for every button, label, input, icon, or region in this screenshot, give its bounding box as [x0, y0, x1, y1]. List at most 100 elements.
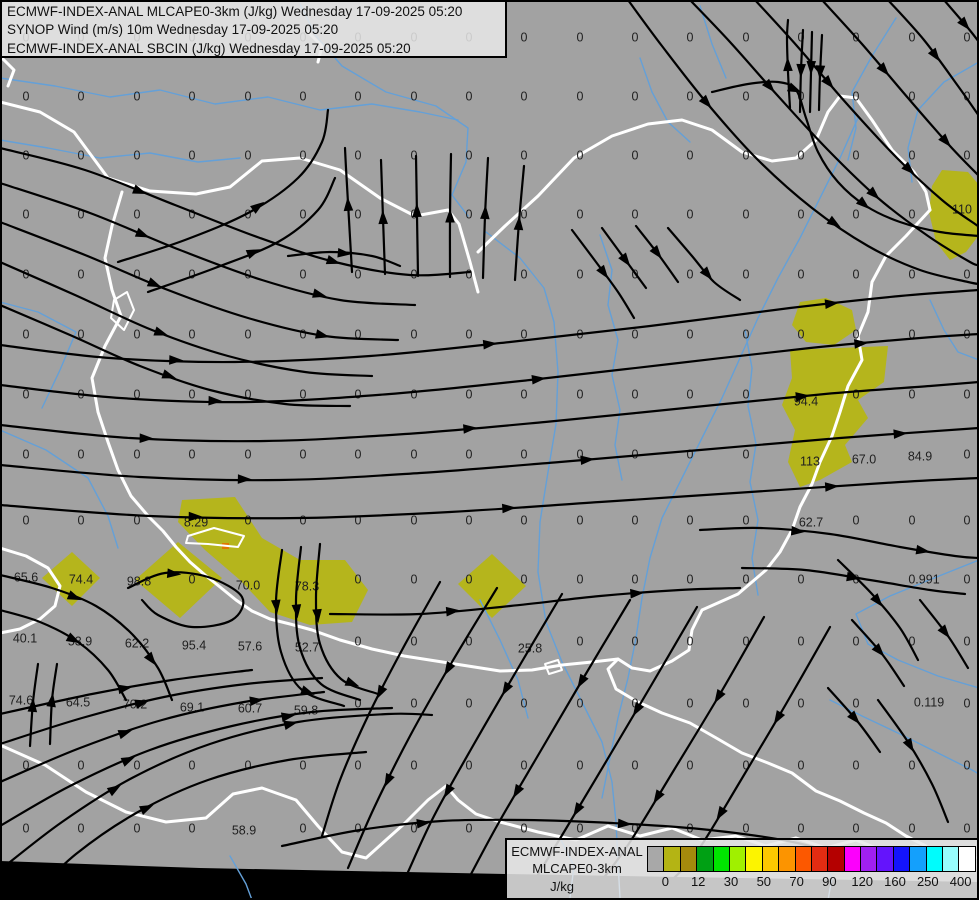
zero-label: 0: [632, 635, 639, 649]
zero-label: 0: [23, 448, 30, 462]
zero-label: 0: [687, 149, 694, 163]
colorbar-cell: [679, 846, 698, 872]
colorbar-cell: [876, 846, 894, 872]
zero-label: 0: [245, 90, 252, 104]
zero-label: 0: [687, 31, 694, 45]
zero-label: 0: [577, 759, 584, 773]
zero-label: 0: [798, 822, 805, 836]
zero-label: 0: [300, 328, 307, 342]
zero-label: 0: [411, 573, 418, 587]
zero-label: 0: [466, 268, 473, 282]
zero-label: 0: [189, 90, 196, 104]
zero-label: 0: [687, 697, 694, 711]
colorbar-cell: [909, 846, 927, 872]
zero-label: 0: [521, 268, 528, 282]
zero-label: 0: [687, 514, 694, 528]
map-canvas: 0 0 0 0 0 0 0 0 0 0 0 0 0 0 0 0 0 0 0 0 0 0 0 0 0 0 0 0 0 0 0 0 0 0 0 0 0 0 0 0…: [0, 0, 979, 900]
zero-label: 0: [411, 697, 418, 711]
zero-label: 0: [577, 208, 584, 222]
zero-label: 0: [798, 759, 805, 773]
grid-value-label: 70.0: [236, 579, 260, 593]
zero-label: 0: [355, 208, 362, 222]
map-title-panel: ECMWF-INDEX-ANAL MLCAPE0-3km (J/kg) Wedn…: [0, 0, 507, 58]
title-line-synop-wind: SYNOP Wind (m/s) 10m Wednesday 17-09-202…: [7, 22, 339, 38]
colorbar-tick: 160: [884, 874, 906, 889]
zero-label: 0: [411, 448, 418, 462]
zero-label: 0: [466, 514, 473, 528]
zero-label: 0: [853, 268, 860, 282]
zero-label: 0: [521, 149, 528, 163]
grid-value-label: 95.4: [182, 639, 206, 653]
zero-label: 0: [743, 268, 750, 282]
zero-label: 0: [466, 328, 473, 342]
zero-label: 0: [134, 448, 141, 462]
colorbar-cell: [696, 846, 714, 872]
zero-label: 0: [632, 573, 639, 587]
zero-label: 0: [577, 149, 584, 163]
zero-label: 0: [521, 31, 528, 45]
colorbar-tick: 70: [789, 874, 804, 889]
zero-label: 0: [134, 328, 141, 342]
zero-label: 0: [355, 268, 362, 282]
zero-label: 0: [743, 90, 750, 104]
zero-label: 0: [909, 149, 916, 163]
zero-label: 0: [134, 759, 141, 773]
colorbar-tick: 0: [661, 874, 670, 889]
zero-label: 0: [577, 822, 584, 836]
zero-label: 0: [577, 90, 584, 104]
zero-label: 0: [964, 822, 971, 836]
zero-label: 0: [355, 573, 362, 587]
zero-label: 0: [687, 208, 694, 222]
grid-value-label: 74.4: [69, 573, 93, 587]
zero-label: 0: [355, 90, 362, 104]
zero-label: 0: [964, 573, 971, 587]
zero-label: 0: [743, 573, 750, 587]
title-line-mlcape: ECMWF-INDEX-ANAL MLCAPE0-3km (J/kg) Wedn…: [7, 4, 463, 19]
zero-label: 0: [909, 31, 916, 45]
zero-label: 0: [909, 514, 916, 528]
colorbar-tick: 12: [690, 874, 706, 889]
zero-label: 0: [466, 573, 473, 587]
zero-label: 0: [78, 822, 85, 836]
colorbar-title-line2: MLCAPE0-3km: [532, 861, 622, 876]
zero-label: 0: [964, 635, 971, 649]
zero-label: 0: [78, 149, 85, 163]
zero-label: 0: [521, 448, 528, 462]
zero-label: 0: [909, 388, 916, 402]
zero-label: 0: [411, 514, 418, 528]
grid-value-label: 74.6: [9, 694, 33, 708]
zero-label: 0: [300, 448, 307, 462]
grid-value-label: 62.7: [799, 516, 823, 530]
zero-label: 0: [632, 149, 639, 163]
zero-label: 0: [853, 208, 860, 222]
zero-label: 0: [632, 208, 639, 222]
zero-label: 0: [687, 90, 694, 104]
zero-label: 0: [798, 328, 805, 342]
zero-label: 0: [632, 90, 639, 104]
zero-label: 0: [245, 514, 252, 528]
zero-label: 0: [466, 149, 473, 163]
colorbar-title-line1: ECMWF-INDEX-ANAL: [511, 844, 643, 859]
zero-label: 0: [577, 268, 584, 282]
colorbar-cell: [827, 846, 845, 872]
colorbar-tick: 400: [949, 874, 972, 889]
zero-label: 0: [189, 448, 196, 462]
zero-label: 0: [687, 635, 694, 649]
zero-label: 0: [300, 268, 307, 282]
zero-label: 0: [743, 328, 750, 342]
zero-label: 0: [300, 514, 307, 528]
zero-label: 0: [743, 448, 750, 462]
zero-label: 0: [521, 822, 528, 836]
zero-label: 0: [466, 822, 473, 836]
zero-label: 0: [78, 90, 85, 104]
colorbar-cell: [942, 846, 960, 872]
zero-label: 0: [245, 448, 252, 462]
zero-label: 0: [577, 697, 584, 711]
colorbar-cell: [860, 846, 878, 872]
colorbar-tick: 50: [756, 874, 772, 889]
colorbar-cell: [892, 846, 911, 872]
zero-label: 0: [355, 388, 362, 402]
zero-label: 0: [743, 208, 750, 222]
zero-label: 0: [687, 573, 694, 587]
zero-label: 0: [78, 759, 85, 773]
